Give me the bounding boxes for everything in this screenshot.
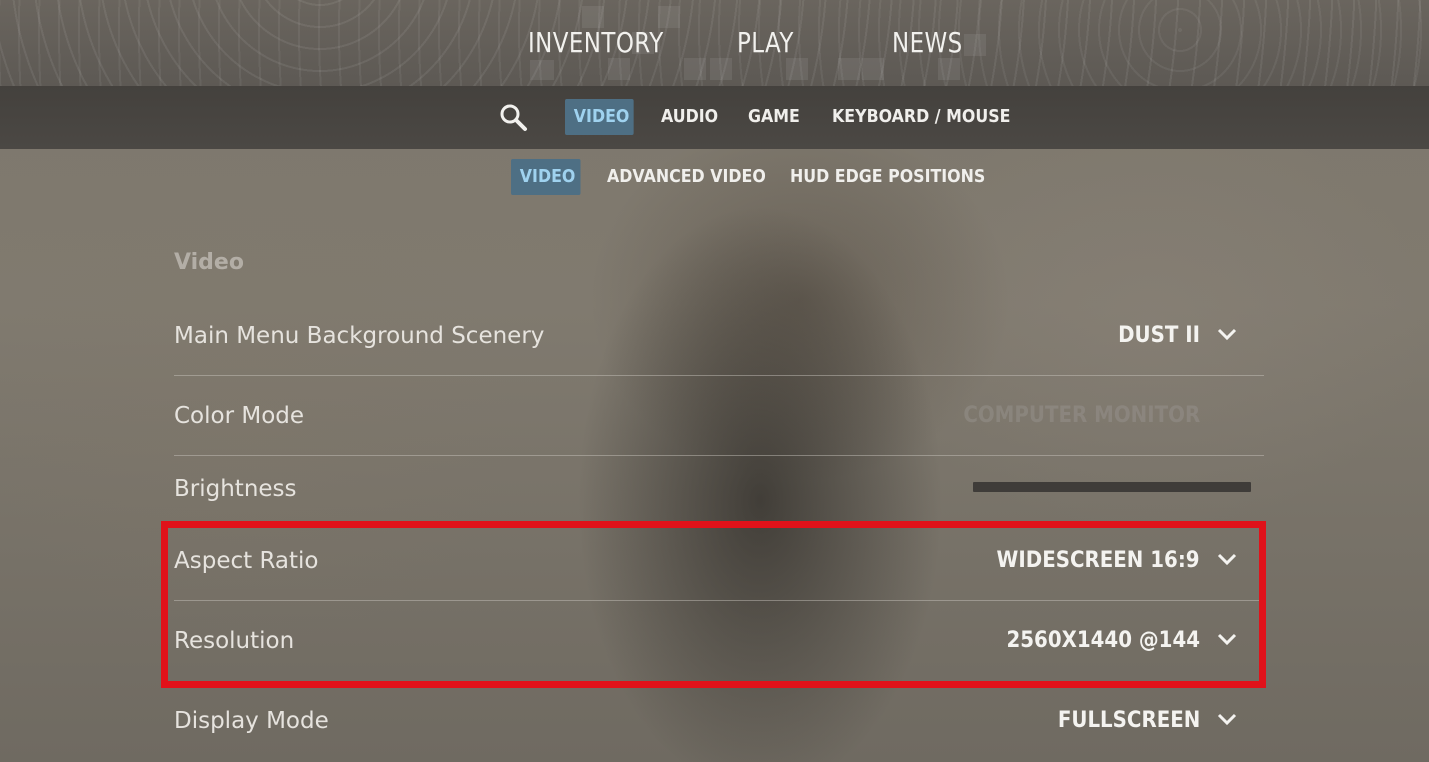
- decorative-pixel: [964, 34, 986, 56]
- brightness-slider[interactable]: [973, 482, 1251, 492]
- dropdown-value-disabled: COMPUTER MONITOR: [963, 403, 1200, 428]
- decorative-pixel: [710, 58, 732, 80]
- setting-row-background-scenery[interactable]: Main Menu Background Scenery DUST II: [174, 296, 1264, 376]
- nav-tab-news[interactable]: NEWS: [892, 26, 963, 66]
- decorative-pixel: [658, 6, 680, 28]
- chevron-down-icon[interactable]: [1216, 708, 1238, 730]
- tab-audio[interactable]: AUDIO: [661, 99, 718, 135]
- nav-tab-inventory[interactable]: INVENTORY: [528, 26, 664, 66]
- decorative-pixel: [862, 58, 884, 80]
- dropdown-value[interactable]: DUST II: [1118, 296, 1200, 376]
- subtab-hud-edge-positions[interactable]: HUD EDGE POSITIONS: [790, 159, 985, 195]
- setting-label: Brightness: [174, 476, 297, 502]
- top-navigation-bar: INVENTORY PLAY NEWS: [0, 0, 1429, 86]
- setting-label: Main Menu Background Scenery: [174, 323, 545, 349]
- nav-tab-play[interactable]: PLAY: [737, 26, 794, 66]
- tab-game[interactable]: GAME: [748, 99, 800, 135]
- chevron-down-icon[interactable]: [1216, 323, 1238, 345]
- setting-row-brightness[interactable]: Brightness: [174, 456, 1264, 520]
- setting-label: Color Mode: [174, 403, 305, 429]
- subtab-video[interactable]: VIDEO: [511, 159, 581, 195]
- decorative-pixel: [582, 6, 604, 28]
- setting-label: Display Mode: [174, 708, 329, 734]
- highlight-box: [161, 521, 1266, 688]
- section-title: Video: [174, 250, 244, 275]
- decorative-pixel: [838, 58, 860, 80]
- setting-row-display-mode[interactable]: Display Mode FULLSCREEN: [174, 681, 1264, 761]
- search-icon[interactable]: [498, 102, 530, 134]
- decorative-pixel: [684, 58, 706, 80]
- dropdown-value[interactable]: FULLSCREEN: [1057, 681, 1200, 761]
- subtab-advanced-video[interactable]: ADVANCED VIDEO: [607, 159, 766, 195]
- setting-row-color-mode[interactable]: Color Mode COMPUTER MONITOR: [174, 376, 1264, 456]
- tab-video[interactable]: VIDEO: [565, 99, 634, 135]
- tab-keyboard-mouse[interactable]: KEYBOARD / MOUSE: [832, 99, 1010, 135]
